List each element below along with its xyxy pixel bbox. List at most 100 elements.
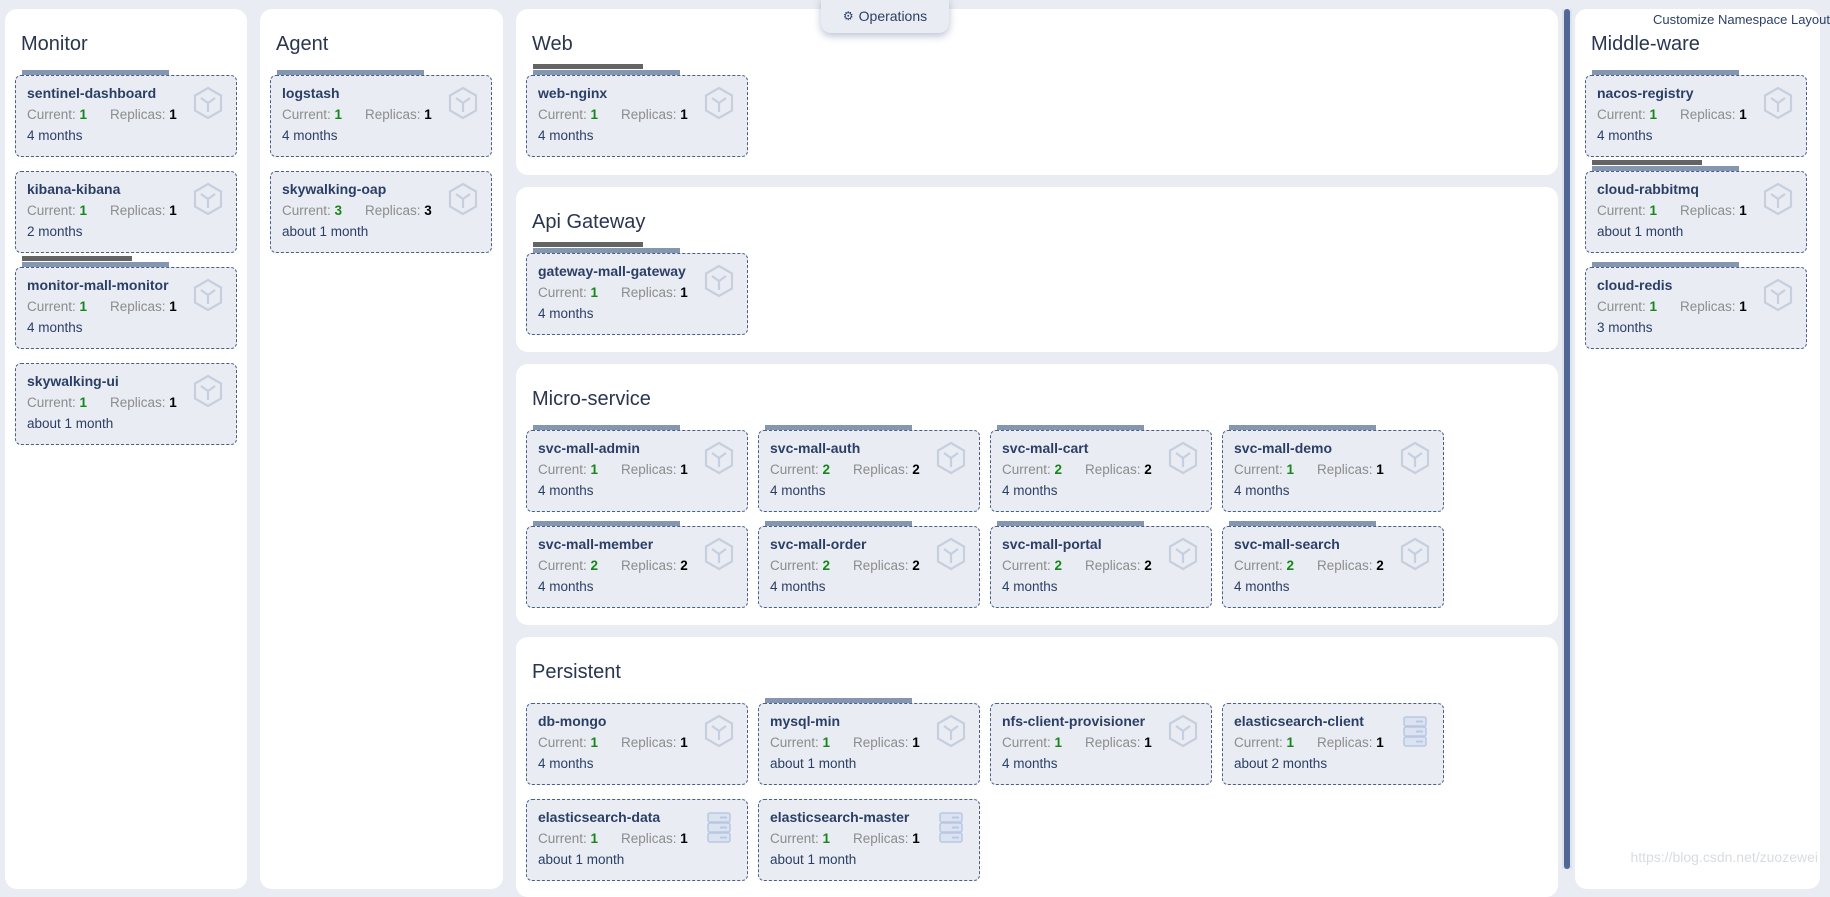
deployment-card[interactable]: monitor-mall-monitor Current: 1 Replicas… (15, 267, 237, 349)
current-value: 1 (591, 107, 599, 122)
replicas-label: Replicas: (365, 203, 421, 218)
status-bar-dark (1592, 160, 1702, 165)
current-label: Current: (282, 203, 331, 218)
replicas-value: 1 (169, 299, 177, 314)
replicas-label: Replicas: (1317, 462, 1373, 477)
deployment-card[interactable]: svc-mall-order Current: 2 Replicas: 2 4 … (758, 526, 980, 608)
current-label: Current: (770, 831, 819, 846)
replicas-value: 1 (680, 831, 688, 846)
current-label: Current: (770, 462, 819, 477)
deployment-item: mysql-min Current: 1 Replicas: 1 about 1… (758, 689, 980, 785)
cube-icon (1762, 86, 1794, 120)
deployment-item: svc-mall-admin Current: 1 Replicas: 1 4 … (526, 416, 748, 512)
deployment-item: db-mongo Current: 1 Replicas: 1 4 months (526, 689, 748, 785)
section-micro-service: Micro-service svc-mall-admin Current: 1 … (516, 364, 1558, 625)
cube-icon (703, 537, 735, 571)
deployment-card[interactable]: cloud-rabbitmq Current: 1 Replicas: 1 ab… (1585, 171, 1807, 253)
deployment-card[interactable]: svc-mall-cart Current: 2 Replicas: 2 4 m… (990, 430, 1212, 512)
deployment-card[interactable]: skywalking-ui Current: 1 Replicas: 1 abo… (15, 363, 237, 445)
customize-namespace-layout-link[interactable]: Customize Namespace Layout (1653, 12, 1830, 27)
section-title: Monitor (21, 33, 237, 55)
deployment-age: 4 months (1597, 128, 1795, 143)
cube-icon (192, 86, 224, 120)
server-icon (935, 810, 967, 844)
status-bar-dark (533, 242, 643, 247)
cube-icon (192, 374, 224, 408)
deployment-age: about 1 month (770, 756, 968, 771)
deployment-item: svc-mall-member Current: 2 Replicas: 2 4… (526, 512, 748, 608)
deployment-age: 4 months (1002, 756, 1200, 771)
deployment-card[interactable]: nfs-client-provisioner Current: 1 Replic… (990, 703, 1212, 785)
deployment-card[interactable]: logstash Current: 1 Replicas: 1 4 months (270, 75, 492, 157)
section-title: Middle-ware (1591, 33, 1810, 55)
replicas-value: 2 (1144, 558, 1152, 573)
section-agent: Agent logstash Current: 1 Replicas: 1 4 … (260, 9, 503, 889)
deployment-card[interactable]: skywalking-oap Current: 3 Replicas: 3 ab… (270, 171, 492, 253)
replicas-label: Replicas: (853, 735, 909, 750)
current-value: 1 (335, 107, 343, 122)
section-web: Web web-nginx Current: 1 Replicas: 1 4 m… (516, 9, 1558, 175)
deployment-card[interactable]: svc-mall-demo Current: 1 Replicas: 1 4 m… (1222, 430, 1444, 512)
deployment-card[interactable]: kibana-kibana Current: 1 Replicas: 1 2 m… (15, 171, 237, 253)
deployment-age: 4 months (538, 756, 736, 771)
deployment-card[interactable]: svc-mall-admin Current: 1 Replicas: 1 4 … (526, 430, 748, 512)
replicas-value: 1 (1376, 462, 1384, 477)
replicas-value: 1 (680, 735, 688, 750)
deployment-item: svc-mall-auth Current: 2 Replicas: 2 4 m… (758, 416, 980, 512)
current-value: 2 (1055, 462, 1063, 477)
current-value: 1 (1055, 735, 1063, 750)
deployment-card[interactable]: web-nginx Current: 1 Replicas: 1 4 month… (526, 75, 748, 157)
replicas-value: 1 (1376, 735, 1384, 750)
deployment-card[interactable]: sentinel-dashboard Current: 1 Replicas: … (15, 75, 237, 157)
replicas-label: Replicas: (1317, 735, 1373, 750)
replicas-label: Replicas: (621, 831, 677, 846)
cube-icon (1167, 714, 1199, 748)
current-label: Current: (1234, 558, 1283, 573)
deployment-item: svc-mall-order Current: 2 Replicas: 2 4 … (758, 512, 980, 608)
deployment-item: kibana-kibana Current: 1 Replicas: 1 2 m… (15, 157, 237, 253)
deployment-item: sentinel-dashboard Current: 1 Replicas: … (15, 61, 237, 157)
cube-icon (935, 714, 967, 748)
deployment-age: 4 months (1234, 579, 1432, 594)
section-middle-ware: Middle-ware nacos-registry Current: 1 Re… (1575, 9, 1820, 889)
deployment-item: svc-mall-cart Current: 2 Replicas: 2 4 m… (990, 416, 1212, 512)
deployment-card[interactable]: elasticsearch-client Current: 1 Replicas… (1222, 703, 1444, 785)
current-label: Current: (1002, 558, 1051, 573)
deployment-card[interactable]: db-mongo Current: 1 Replicas: 1 4 months (526, 703, 748, 785)
deployment-age: 4 months (282, 128, 480, 143)
deployment-card[interactable]: svc-mall-auth Current: 2 Replicas: 2 4 m… (758, 430, 980, 512)
cube-icon (935, 441, 967, 475)
deployment-card[interactable]: gateway-mall-gateway Current: 1 Replicas… (526, 253, 748, 335)
deployment-age: about 1 month (282, 224, 480, 239)
deployment-card[interactable]: cloud-redis Current: 1 Replicas: 1 3 mon… (1585, 267, 1807, 349)
deployment-card[interactable]: svc-mall-member Current: 2 Replicas: 2 4… (526, 526, 748, 608)
replicas-label: Replicas: (110, 395, 166, 410)
deployment-card[interactable]: svc-mall-search Current: 2 Replicas: 2 4… (1222, 526, 1444, 608)
replicas-value: 1 (1739, 107, 1747, 122)
operations-button[interactable]: ⚙ Operations (821, 0, 949, 33)
section-monitor: Monitor sentinel-dashboard Current: 1 Re… (5, 9, 247, 889)
replicas-value: 2 (1144, 462, 1152, 477)
current-label: Current: (538, 285, 587, 300)
current-label: Current: (1234, 462, 1283, 477)
scrollbar-thumb[interactable] (1564, 9, 1570, 869)
replicas-value: 1 (1739, 203, 1747, 218)
section-title: Micro-service (532, 388, 1548, 410)
current-label: Current: (27, 299, 76, 314)
deployment-item: svc-mall-portal Current: 2 Replicas: 2 4… (990, 512, 1212, 608)
replicas-label: Replicas: (621, 735, 677, 750)
replicas-value: 1 (1144, 735, 1152, 750)
deployment-item: svc-mall-demo Current: 1 Replicas: 1 4 m… (1222, 416, 1444, 512)
section-title: Web (532, 33, 1548, 55)
deployment-age: 4 months (538, 128, 736, 143)
deployment-item: logstash Current: 1 Replicas: 1 4 months (270, 61, 492, 157)
current-value: 1 (823, 735, 831, 750)
replicas-value: 1 (169, 203, 177, 218)
deployment-age: about 1 month (770, 852, 968, 867)
current-label: Current: (1234, 735, 1283, 750)
deployment-card[interactable]: mysql-min Current: 1 Replicas: 1 about 1… (758, 703, 980, 785)
current-label: Current: (770, 735, 819, 750)
current-label: Current: (1002, 735, 1051, 750)
deployment-card[interactable]: svc-mall-portal Current: 2 Replicas: 2 4… (990, 526, 1212, 608)
deployment-card[interactable]: nacos-registry Current: 1 Replicas: 1 4 … (1585, 75, 1807, 157)
